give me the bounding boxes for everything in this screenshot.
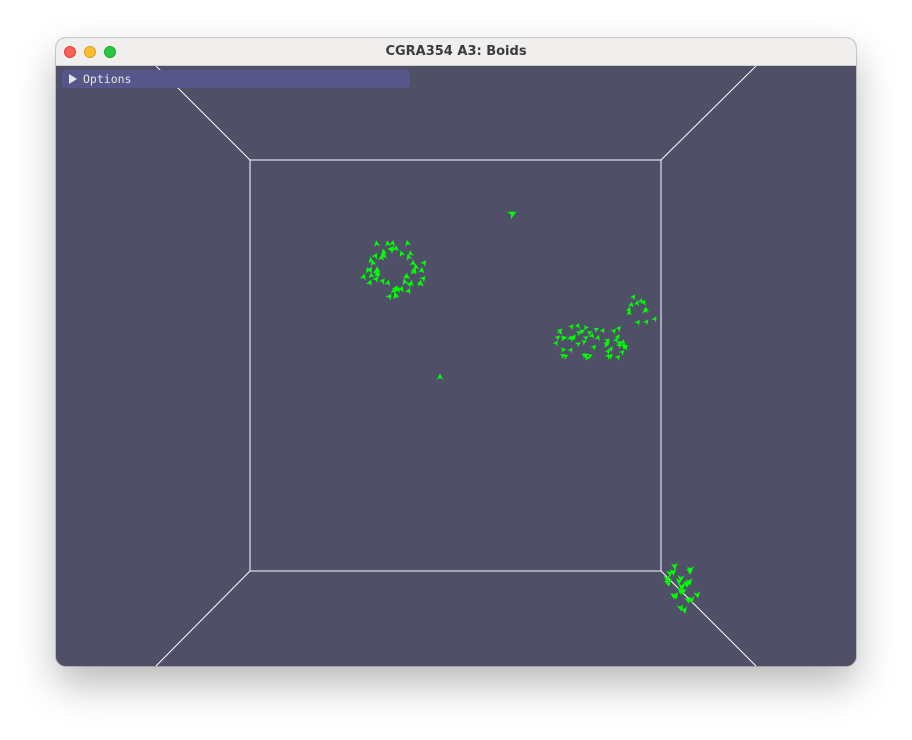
boid-icon [583, 324, 589, 331]
options-label: Options [83, 72, 132, 86]
app-window: CGRA354 A3: Boids Options [56, 38, 856, 666]
boid-icon [507, 211, 517, 220]
boid-icon [693, 591, 701, 599]
boid-icon [368, 272, 375, 279]
boid-icon [378, 278, 385, 285]
boid-icon [568, 324, 574, 331]
expand-arrow-icon[interactable] [69, 74, 77, 84]
boid-icon [373, 240, 380, 247]
boid-icon [552, 340, 558, 347]
boid-swarm [359, 211, 701, 614]
boids-viewport[interactable]: Options [56, 66, 856, 666]
boid-icon [436, 373, 444, 380]
boid-icon [387, 246, 394, 253]
boid-icon [409, 259, 416, 267]
boid-icon [359, 273, 366, 281]
boid-icon [580, 340, 587, 346]
boid-icon [384, 240, 391, 247]
boid-icon [676, 604, 684, 612]
wireframe-edge [660, 66, 757, 161]
boid-icon [405, 239, 412, 247]
boid-icon [594, 335, 600, 341]
boid-icon [566, 335, 573, 342]
boid-icon [366, 279, 372, 287]
options-collapsing-header[interactable]: Options [62, 70, 410, 88]
wireframe-edge [155, 570, 251, 666]
boid-icon [618, 350, 625, 356]
boid-icon [399, 250, 406, 258]
boid-icon [392, 245, 399, 252]
wireframe-edge [660, 570, 757, 666]
boid-icon [651, 316, 657, 323]
boid-icon [626, 309, 632, 316]
boid-icon [599, 327, 605, 334]
boid-icon [628, 301, 634, 308]
boid-icon [560, 347, 567, 353]
boid-icon [418, 266, 425, 274]
boid-icon [604, 354, 611, 360]
boid-icon [593, 327, 600, 333]
boid-icon [420, 260, 427, 267]
boid-icon [671, 563, 678, 570]
boid-icon [574, 342, 581, 348]
boid-icon [615, 326, 621, 333]
boid-icon [404, 287, 411, 295]
boid-icon [554, 335, 561, 342]
window-title: CGRA354 A3: Boids [385, 44, 527, 59]
bounding-box-wireframe [155, 66, 757, 666]
boid-icon [614, 354, 620, 361]
boid-icon [642, 319, 649, 326]
boid-icon [612, 337, 619, 343]
title-bar[interactable]: CGRA354 A3: Boids [56, 38, 856, 66]
boid-icon [574, 322, 580, 329]
boid-icon [633, 300, 639, 307]
boid-icon [604, 349, 611, 356]
scene-canvas[interactable] [56, 66, 856, 666]
boid-icon [385, 293, 392, 301]
boid-icon [371, 252, 378, 260]
boid-icon [629, 294, 636, 301]
boid-icon [384, 279, 390, 287]
boid-icon [634, 319, 640, 326]
boid-icon [567, 347, 573, 354]
boid-icon [575, 331, 582, 337]
boid-icon [610, 328, 616, 335]
boid-icon [590, 344, 597, 351]
boid-icon [402, 278, 409, 286]
